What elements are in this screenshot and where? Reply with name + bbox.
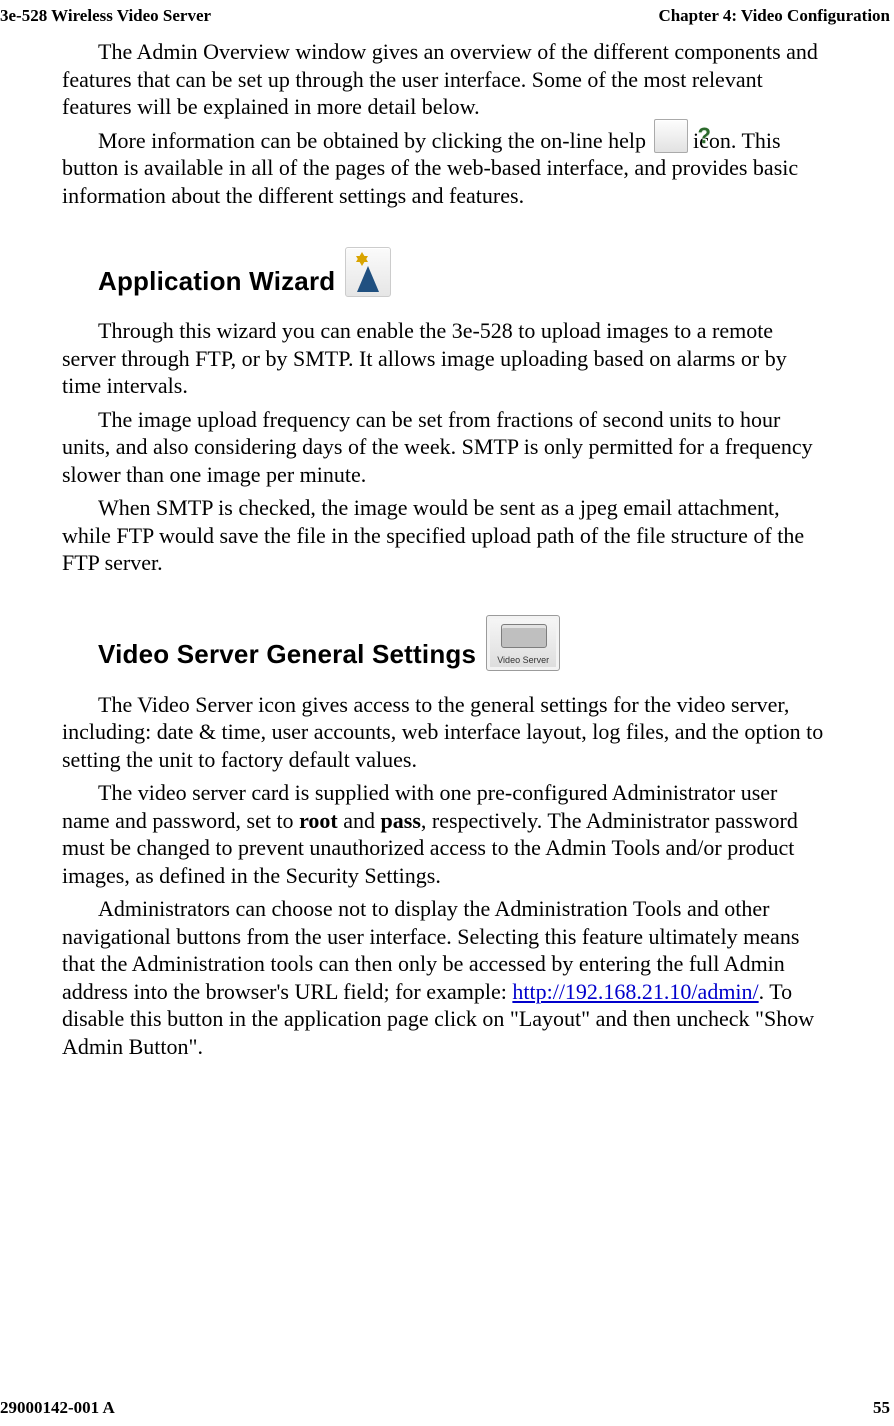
wizard-paragraph-1: Through this wizard you can enable the 3… (62, 317, 829, 400)
server-heading: Video Server General Settings (98, 638, 476, 671)
star-icon (356, 252, 368, 262)
intro-p2-part-a: More information can be obtained by clic… (98, 128, 652, 153)
video-server-icon[interactable]: Video Server (486, 615, 560, 671)
admin-url-link[interactable]: http://192.168.21.10/admin/ (512, 979, 758, 1004)
help-icon-slot (652, 147, 688, 148)
server-p2-mid: and (338, 808, 381, 833)
footer-left: 29000142-001 A (0, 1398, 115, 1418)
page-content: The Admin Overview window gives an overv… (62, 38, 829, 1060)
wizard-paragraph-3: When SMTP is checked, the image would be… (62, 494, 829, 577)
help-icon[interactable] (654, 119, 688, 153)
page-footer: 29000142-001 A 55 (0, 1398, 890, 1418)
intro-paragraph-1: The Admin Overview window gives an overv… (62, 38, 829, 121)
server-paragraph-3: Administrators can choose not to display… (62, 895, 829, 1060)
server-box-icon (501, 624, 547, 648)
wizard-hat-icon (357, 266, 379, 292)
wizard-paragraph-2: The image upload frequency can be set fr… (62, 406, 829, 489)
footer-right: 55 (873, 1398, 890, 1418)
header-left: 3e-528 Wireless Video Server (0, 6, 211, 26)
wizard-icon[interactable] (345, 247, 391, 297)
intro-paragraph-2: More information can be obtained by clic… (62, 127, 829, 210)
page-header: 3e-528 Wireless Video Server Chapter 4: … (0, 6, 894, 26)
server-heading-row: Video Server General Settings Video Serv… (98, 615, 829, 671)
server-paragraph-1: The Video Server icon gives access to th… (62, 691, 829, 774)
header-right: Chapter 4: Video Configuration (658, 6, 890, 26)
server-root-label: root (299, 808, 338, 833)
server-pass-label: pass (381, 808, 421, 833)
server-icon-label: Video Server (487, 655, 559, 666)
wizard-heading-row: Application Wizard (98, 247, 829, 297)
server-paragraph-2: The video server card is supplied with o… (62, 779, 829, 889)
wizard-heading: Application Wizard (98, 265, 335, 298)
